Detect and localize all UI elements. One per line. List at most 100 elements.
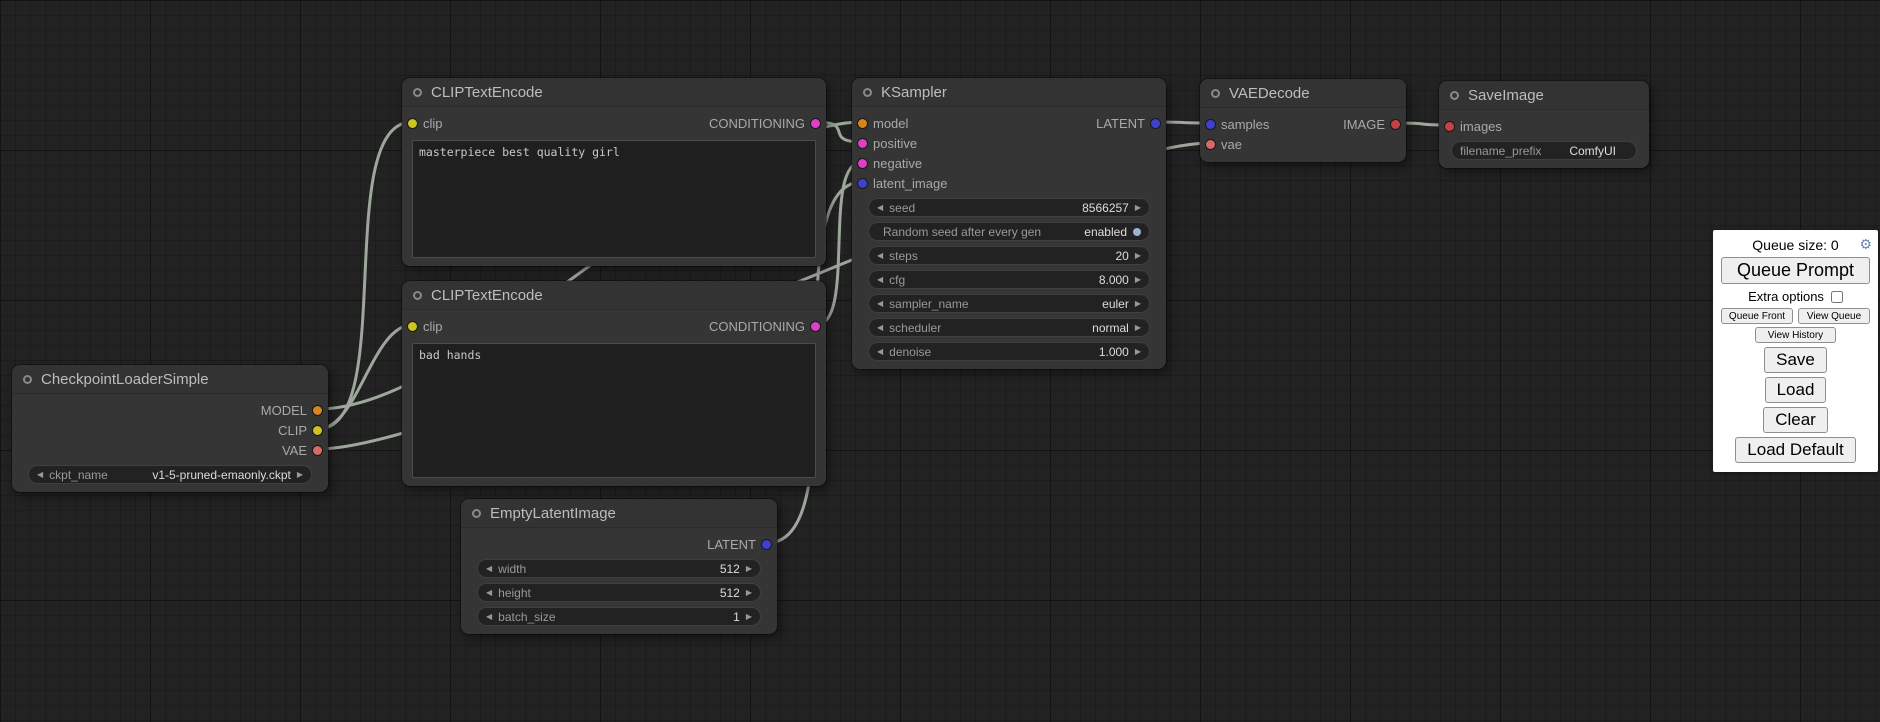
decrement-arrow-icon[interactable]: ◀ <box>486 613 492 621</box>
slot-row-samples-image: samples IMAGE <box>1200 114 1406 134</box>
widget-random-seed-toggle[interactable]: Random seed after every gen enabled <box>868 222 1150 241</box>
prompt-textarea[interactable]: masterpiece best quality girl <box>412 140 816 258</box>
view-history-button[interactable]: View History <box>1755 327 1836 343</box>
node-title-bar[interactable]: KSampler <box>852 78 1166 107</box>
widget-batch-size[interactable]: ◀ batch_size 1 ▶ <box>477 607 761 626</box>
decrement-arrow-icon[interactable]: ◀ <box>877 276 883 284</box>
positive-input-dot[interactable] <box>858 139 867 148</box>
increment-arrow-icon[interactable]: ▶ <box>297 471 303 479</box>
increment-arrow-icon[interactable]: ▶ <box>1135 348 1141 356</box>
latent-output-dot[interactable] <box>762 540 771 549</box>
widget-label: steps <box>889 249 918 263</box>
decrement-arrow-icon[interactable]: ◀ <box>877 300 883 308</box>
load-default-button[interactable]: Load Default <box>1735 437 1855 463</box>
widget-ckpt-name[interactable]: ◀ ckpt_name v1-5-pruned-emaonly.ckpt ▶ <box>28 465 312 484</box>
widget-width[interactable]: ◀ width 512 ▶ <box>477 559 761 578</box>
queue-front-button[interactable]: Queue Front <box>1721 308 1793 324</box>
widget-filename-prefix[interactable]: filename_prefix ComfyUI <box>1451 141 1637 160</box>
load-button[interactable]: Load <box>1765 377 1827 403</box>
node-title-bar[interactable]: CLIPTextEncode <box>402 281 826 310</box>
increment-arrow-icon[interactable]: ▶ <box>1135 276 1141 284</box>
decrement-arrow-icon[interactable]: ◀ <box>486 589 492 597</box>
settings-gear-icon[interactable]: ⚙ <box>1859 236 1872 252</box>
extra-options-checkbox[interactable] <box>1831 291 1843 303</box>
node-checkpoint-loader-simple[interactable]: CheckpointLoaderSimple MODEL CLIP VAE <box>12 365 328 492</box>
widget-value: enabled <box>1084 225 1127 239</box>
widget-label: cfg <box>889 273 905 287</box>
widget-seed[interactable]: ◀ seed 8566257 ▶ <box>868 198 1150 217</box>
collapse-dot-icon[interactable] <box>1211 89 1220 98</box>
node-save-image[interactable]: SaveImage images filename_prefix ComfyUI <box>1439 81 1649 168</box>
prompt-textarea[interactable]: bad hands <box>412 343 816 478</box>
slot-label: latent_image <box>873 176 947 191</box>
increment-arrow-icon[interactable]: ▶ <box>1135 252 1141 260</box>
widget-steps[interactable]: ◀ steps 20 ▶ <box>868 246 1150 265</box>
decrement-arrow-icon[interactable]: ◀ <box>877 324 883 332</box>
clip-input-dot[interactable] <box>408 322 417 331</box>
latent-image-input-dot[interactable] <box>858 179 867 188</box>
decrement-arrow-icon[interactable]: ◀ <box>877 204 883 212</box>
conditioning-output-dot[interactable] <box>811 119 820 128</box>
node-title-bar[interactable]: EmptyLatentImage <box>461 499 777 528</box>
node-vae-decode[interactable]: VAEDecode samples IMAGE vae <box>1200 79 1406 162</box>
widget-cfg[interactable]: ◀ cfg 8.000 ▶ <box>868 270 1150 289</box>
decrement-arrow-icon[interactable]: ◀ <box>486 565 492 573</box>
output-slot-model: MODEL <box>12 400 328 420</box>
widget-value: 1 <box>733 610 740 624</box>
collapse-dot-icon[interactable] <box>413 291 422 300</box>
collapse-dot-icon[interactable] <box>863 88 872 97</box>
widget-value: 8566257 <box>1082 201 1129 215</box>
graph-canvas[interactable]: CheckpointLoaderSimple MODEL CLIP VAE <box>0 0 1880 722</box>
images-input-dot[interactable] <box>1445 122 1454 131</box>
decrement-arrow-icon[interactable]: ◀ <box>37 471 43 479</box>
increment-arrow-icon[interactable]: ▶ <box>746 589 752 597</box>
increment-arrow-icon[interactable]: ▶ <box>1135 300 1141 308</box>
widget-value: ComfyUI <box>1569 144 1616 158</box>
model-output-dot[interactable] <box>313 406 322 415</box>
queue-prompt-button[interactable]: Queue Prompt <box>1721 257 1870 284</box>
image-output-dot[interactable] <box>1391 120 1400 129</box>
collapse-dot-icon[interactable] <box>413 88 422 97</box>
node-title-bar[interactable]: CLIPTextEncode <box>402 78 826 107</box>
node-empty-latent-image[interactable]: EmptyLatentImage LATENT ◀ width 512 ▶ ◀ … <box>461 499 777 634</box>
widget-label: width <box>498 562 526 576</box>
model-input-dot[interactable] <box>858 119 867 128</box>
node-clip-text-encode-negative[interactable]: CLIPTextEncode clip CONDITIONING bad han… <box>402 281 826 486</box>
input-slot-latent-image: latent_image <box>852 173 1166 193</box>
save-button[interactable]: Save <box>1764 347 1827 373</box>
increment-arrow-icon[interactable]: ▶ <box>1135 204 1141 212</box>
widget-scheduler[interactable]: ◀ scheduler normal ▶ <box>868 318 1150 337</box>
increment-arrow-icon[interactable]: ▶ <box>1135 324 1141 332</box>
conditioning-output-dot[interactable] <box>811 322 820 331</box>
collapse-dot-icon[interactable] <box>1450 91 1459 100</box>
collapse-dot-icon[interactable] <box>23 375 32 384</box>
widget-sampler-name[interactable]: ◀ sampler_name euler ▶ <box>868 294 1150 313</box>
clip-output-dot[interactable] <box>313 426 322 435</box>
negative-input-dot[interactable] <box>858 159 867 168</box>
slot-label: vae <box>1221 137 1242 152</box>
node-title-bar[interactable]: VAEDecode <box>1200 79 1406 108</box>
latent-output-dot[interactable] <box>1151 119 1160 128</box>
clip-input-dot[interactable] <box>408 119 417 128</box>
slot-label: clip <box>423 116 443 131</box>
slot-label: VAE <box>282 443 307 458</box>
node-title: CLIPTextEncode <box>431 84 543 101</box>
node-title-bar[interactable]: SaveImage <box>1439 81 1649 110</box>
widget-denoise[interactable]: ◀ denoise 1.000 ▶ <box>868 342 1150 361</box>
collapse-dot-icon[interactable] <box>472 509 481 518</box>
widget-height[interactable]: ◀ height 512 ▶ <box>477 583 761 602</box>
vae-output-dot[interactable] <box>313 446 322 455</box>
samples-input-dot[interactable] <box>1206 120 1215 129</box>
increment-arrow-icon[interactable]: ▶ <box>746 565 752 573</box>
node-title-bar[interactable]: CheckpointLoaderSimple <box>12 365 328 394</box>
vae-input-dot[interactable] <box>1206 140 1215 149</box>
decrement-arrow-icon[interactable]: ◀ <box>877 348 883 356</box>
clear-button[interactable]: Clear <box>1763 407 1828 433</box>
node-title: SaveImage <box>1468 87 1544 104</box>
view-queue-button[interactable]: View Queue <box>1798 308 1870 324</box>
decrement-arrow-icon[interactable]: ◀ <box>877 252 883 260</box>
node-clip-text-encode-positive[interactable]: CLIPTextEncode clip CONDITIONING masterp… <box>402 78 826 266</box>
increment-arrow-icon[interactable]: ▶ <box>746 613 752 621</box>
node-ksampler[interactable]: KSampler model LATENT positive <box>852 78 1166 369</box>
toggle-on-dot[interactable] <box>1133 228 1141 236</box>
